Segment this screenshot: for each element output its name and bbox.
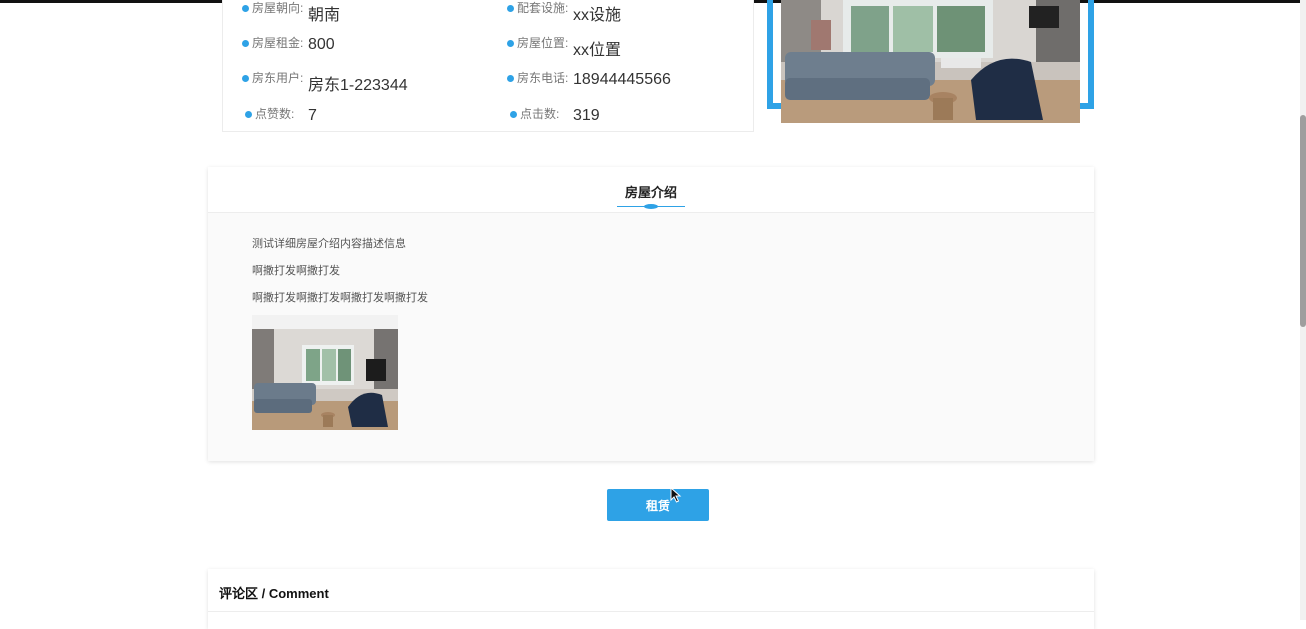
info-label: 房屋朝向: — [252, 1, 304, 15]
comment-section: 评论区 / Comment — [208, 569, 1094, 629]
info-label: 房东电话: — [517, 71, 569, 85]
info-value: 319 — [573, 107, 600, 124]
intro-line: 测试详细房屋介绍内容描述信息 — [252, 238, 406, 250]
title-underline-dot — [644, 204, 658, 209]
info-label: 配套设施: — [517, 1, 569, 15]
info-value: xx设施 — [573, 7, 622, 24]
mouse-cursor-icon — [670, 487, 682, 503]
info-value: 18944445566 — [573, 71, 671, 88]
info-label: 房东用户: — [252, 71, 304, 85]
house-photo[interactable] — [781, 0, 1080, 123]
house-info-panel: 房屋朝向: 朝南 配套设施: xx设施 房屋租金: 800 房屋位置: xx位置… — [222, 0, 754, 132]
info-rent: 房屋租金: — [242, 36, 303, 50]
living-room-illustration — [781, 0, 1080, 123]
info-value: 朝南 — [308, 7, 341, 24]
scrollbar-thumb[interactable] — [1300, 115, 1306, 327]
info-landlord: 房东用户: — [242, 71, 303, 85]
info-value: 房东1-223344 — [308, 77, 408, 94]
info-orientation: 房屋朝向: — [242, 1, 303, 15]
info-label: 房屋位置: — [517, 36, 569, 50]
info-label: 点击数: — [520, 107, 560, 121]
intro-photo — [252, 315, 398, 430]
intro-line: 啊撒打发啊撒打发啊撒打发啊撒打发 — [252, 292, 428, 304]
info-phone: 房东电话: — [507, 71, 568, 85]
living-room-illustration — [252, 315, 398, 430]
rent-button[interactable]: 租赁 — [607, 489, 709, 521]
bullet-dot-icon — [242, 4, 249, 12]
info-value: 800 — [308, 36, 335, 53]
bullet-dot-icon — [507, 39, 514, 47]
intro-title: 房屋介绍 — [624, 185, 677, 200]
intro-line: 啊撒打发啊撒打发 — [252, 265, 340, 277]
info-value: xx位置 — [573, 42, 622, 59]
intro-header: 房屋介绍 — [208, 167, 1094, 213]
info-clicks: 点击数: — [510, 107, 559, 121]
bullet-dot-icon — [245, 110, 252, 118]
info-location: 房屋位置: — [507, 36, 568, 50]
house-intro-card: 房屋介绍 测试详细房屋介绍内容描述信息 啊撒打发啊撒打发 啊撒打发啊撒打发啊撒打… — [208, 167, 1094, 461]
info-label: 房屋租金: — [252, 36, 304, 50]
bullet-dot-icon — [242, 39, 249, 47]
info-label: 点赞数: — [255, 107, 295, 121]
bullet-dot-icon — [510, 110, 517, 118]
bullet-dot-icon — [242, 74, 249, 82]
info-likes: 点赞数: — [245, 107, 294, 121]
comment-title: 评论区 / Comment — [219, 586, 329, 601]
bullet-dot-icon — [507, 74, 514, 82]
info-facilities: 配套设施: — [507, 1, 568, 15]
info-value: 7 — [308, 107, 317, 124]
bullet-dot-icon — [507, 4, 514, 12]
comment-header: 评论区 / Comment — [208, 569, 1094, 612]
